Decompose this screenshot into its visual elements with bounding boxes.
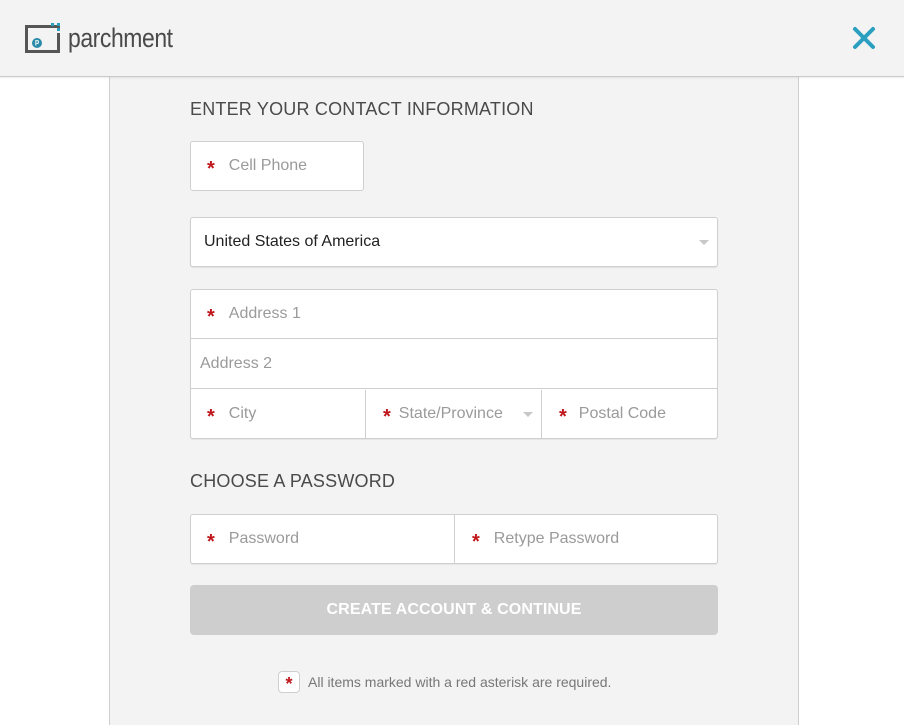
postal-code-placeholder: Postal Code	[578, 405, 666, 422]
required-asterisk: *	[207, 158, 215, 180]
logo-text: parchment	[68, 22, 173, 53]
create-account-button[interactable]: CREATE ACCOUNT & CONTINUE	[190, 585, 718, 635]
required-asterisk: *	[472, 531, 480, 553]
password-section-title: CHOOSE A PASSWORD	[190, 471, 396, 491]
chevron-down-icon	[523, 412, 533, 417]
required-asterisk-icon: *	[278, 671, 300, 694]
city-placeholder: City	[228, 405, 257, 422]
signup-form-panel: ENTER YOUR CONTACT INFORMATION * Cell Ph…	[109, 77, 799, 725]
contact-section-title: ENTER YOUR CONTACT INFORMATION	[190, 99, 534, 119]
city-input[interactable]: * City	[191, 390, 366, 438]
required-note: * All items marked with a red asterisk a…	[278, 671, 612, 694]
cell-phone-placeholder: Cell Phone	[228, 157, 308, 174]
required-asterisk: *	[207, 406, 215, 428]
required-asterisk: *	[383, 406, 391, 428]
close-icon	[853, 27, 875, 49]
state-select[interactable]: * State/Province	[367, 390, 542, 438]
address1-placeholder: Address 1	[228, 305, 301, 322]
required-asterisk: *	[207, 306, 215, 328]
close-button[interactable]	[848, 22, 880, 54]
parchment-logo[interactable]: p parchment	[25, 22, 191, 54]
address1-input[interactable]: * Address 1	[191, 290, 717, 339]
header-bar: p parchment	[0, 0, 904, 77]
address2-input[interactable]: Address 2	[191, 340, 717, 389]
required-asterisk: *	[207, 531, 215, 553]
password-input[interactable]: * Password	[191, 515, 455, 563]
address2-placeholder: Address 2	[200, 355, 273, 372]
cell-phone-input[interactable]: * Cell Phone	[190, 141, 364, 191]
state-placeholder: State/Province	[398, 405, 503, 422]
chevron-down-icon	[699, 240, 709, 245]
country-select[interactable]: United States of America	[190, 217, 718, 267]
password-group: * Password * Retype Password	[190, 514, 718, 564]
retype-password-placeholder: Retype Password	[493, 530, 620, 547]
required-asterisk: *	[559, 406, 567, 428]
country-value: United States of America	[204, 233, 381, 250]
retype-password-input[interactable]: * Retype Password	[456, 515, 717, 563]
postal-code-input[interactable]: * Postal Code	[543, 390, 717, 438]
password-placeholder: Password	[228, 530, 300, 547]
parchment-logo-icon: p	[25, 23, 62, 53]
address-group: * Address 1 Address 2 * City * State/Pro…	[190, 289, 718, 439]
required-note-text: All items marked with a red asterisk are…	[308, 674, 612, 690]
